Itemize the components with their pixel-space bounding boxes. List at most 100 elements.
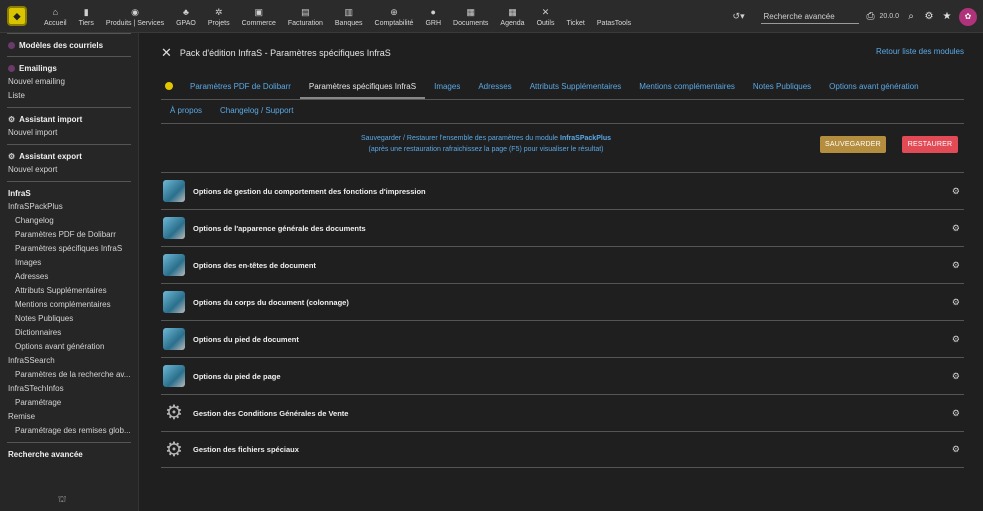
section-settings-gear-icon[interactable]: ⚙ — [952, 223, 960, 234]
sidebar-link[interactable]: Nouvel import — [8, 126, 131, 140]
sidebar-block: ⚙ Assistant export Nouvel export — [7, 144, 131, 181]
menu-item-accueil[interactable]: ⌂ Accueil — [38, 0, 73, 33]
menu-item-facturation[interactable]: ▤ Facturation — [282, 0, 329, 33]
section-settings-gear-icon[interactable]: ⚙ — [952, 408, 960, 419]
sidebar-link[interactable]: InfraSSearch — [8, 354, 131, 368]
gears-icon: ⚙ — [165, 438, 183, 461]
sidebar-link[interactable]: Adresses — [8, 270, 131, 284]
sidebar-block: Emailings Nouvel emailing Liste — [7, 56, 131, 107]
sidebar-link[interactable]: Paramètres spécifiques InfraS — [8, 242, 131, 256]
menu-item-gpao[interactable]: ♣ GPAO — [170, 0, 202, 33]
section-title: Options du corps du document (colonnage) — [193, 297, 349, 307]
section-title: Options des en-têtes de document — [193, 260, 316, 270]
section-settings-gear-icon[interactable]: ⚙ — [952, 444, 960, 455]
bookmark-star-icon[interactable]: ★ — [941, 11, 953, 22]
menu-item-banques[interactable]: ▥ Banques — [329, 0, 369, 33]
section-settings-gear-icon[interactable]: ⚙ — [952, 260, 960, 271]
top-navigation-bar: ◆ ⌂ Accueil ▮ Tiers ◉ Produits | Services ♣ GPA… — [0, 0, 983, 33]
section-settings-gear-icon[interactable]: ⚙ — [952, 371, 960, 382]
menu-item-grh[interactable]: ● GRH — [419, 0, 447, 33]
menu-item-projets[interactable]: ✲ Projets — [202, 0, 236, 33]
sidebar-link[interactable]: Mentions complémentaires — [8, 298, 131, 312]
sidebar-link[interactable]: InfraSPackPlus — [8, 200, 131, 214]
section-settings-gear-icon[interactable]: ⚙ — [952, 186, 960, 197]
restore-button[interactable]: RESTAURER — [902, 136, 958, 153]
menu-item-commerce[interactable]: ▣ Commerce — [236, 0, 282, 33]
sidebar-title[interactable]: InfraS — [8, 186, 131, 200]
options-section-row[interactable]: Options du pied de document ⚙ — [161, 320, 964, 357]
sidebar-link[interactable]: Paramètres de la recherche av... — [8, 368, 131, 382]
sidebar-link[interactable]: Nouvel export — [8, 163, 131, 177]
history-icon[interactable]: ↺▾ — [733, 11, 755, 22]
printer-icon: ⎙ — [866, 11, 875, 22]
menu-item-comptabilit-[interactable]: ⊕ Comptabilité — [369, 0, 420, 33]
menu-item-agenda[interactable]: ▦ Agenda — [494, 0, 530, 33]
sidebar-link[interactable]: Attributs Supplémentaires — [8, 284, 131, 298]
sidebar-link[interactable]: Liste — [8, 89, 131, 103]
menu-item-outils[interactable]: ✕ Outils — [531, 0, 561, 33]
section-settings-gear-icon[interactable]: ⚙ — [952, 334, 960, 345]
sidebar-link[interactable]: Remise — [8, 410, 131, 424]
save-text-line2: (après une restauration rafraichissez la… — [368, 146, 604, 153]
sidebar-title[interactable]: Recherche avancée — [8, 447, 131, 461]
options-section-row[interactable]: Options de l'apparence générale des docu… — [161, 209, 964, 246]
sidebar-link[interactable]: Options avant génération — [8, 340, 131, 354]
sidebar-link[interactable]: Images — [8, 256, 131, 270]
user-avatar[interactable]: ✿ — [959, 7, 977, 26]
sidebar-link[interactable]: Paramétrage — [8, 396, 131, 410]
hr-icon: ● — [430, 6, 436, 17]
menu-item-patastools[interactable]: PatasTools — [591, 0, 637, 33]
back-to-modules-link[interactable]: Retour liste des modules — [876, 47, 964, 56]
save-text-line1: Sauvegarder / Restaurer l'ensemble des p… — [361, 135, 559, 142]
tab[interactable]: Paramètres spécifiques InfraS — [299, 77, 426, 99]
section-settings-gear-icon[interactable]: ⚙ — [952, 297, 960, 308]
sidebar-link[interactable]: InfraSTechInfos — [8, 382, 131, 396]
sidebar-block: Modèles des courriels — [7, 33, 131, 56]
options-section-row[interactable]: Options du corps du document (colonnage)… — [161, 283, 964, 320]
sidebar-title-label: Assistant import — [19, 114, 83, 124]
tabs-row-2: À propos Changelog / Support — [161, 101, 302, 123]
sidebar-link[interactable]: Notes Publiques — [8, 312, 131, 326]
search-input[interactable] — [760, 9, 859, 24]
menu-item-documents[interactable]: ▦ Documents — [447, 0, 494, 33]
tools-icon: ✕ — [161, 45, 172, 60]
module-icon — [165, 82, 173, 90]
search-icon[interactable]: ⌕ — [905, 11, 917, 22]
app-logo[interactable]: ◆ — [7, 6, 27, 26]
sidebar-title[interactable]: ⚙ Assistant import — [8, 112, 131, 126]
menu-item-tiers[interactable]: ▮ Tiers — [73, 0, 100, 33]
menu-item-ticket[interactable]: Ticket — [560, 0, 590, 33]
tabs-row-1: Paramètres PDF de Dolibarr Paramètres spé… — [161, 75, 928, 99]
sidebar-title[interactable]: Emailings — [8, 61, 131, 75]
sidebar-title[interactable]: Modèles des courriels — [8, 38, 131, 52]
tab[interactable]: Images — [425, 77, 469, 99]
sidebar-link[interactable]: Paramétrage des remises glob... — [8, 424, 131, 438]
tab[interactable]: Changelog / Support — [211, 101, 302, 123]
home-icon: ⌂ — [52, 6, 58, 17]
options-section-row[interactable]: ⚙ Gestion des Conditions Générales de Ven… — [161, 394, 964, 431]
options-section-row[interactable]: Options des en-têtes de document ⚙ — [161, 246, 964, 283]
tab[interactable]: À propos — [161, 101, 211, 123]
tab[interactable]: Options avant génération — [820, 77, 927, 99]
menu-item-produits-services[interactable]: ◉ Produits | Services — [100, 0, 170, 33]
tab[interactable]: Paramètres PDF de Dolibarr — [181, 77, 300, 99]
documents-icon: ▦ — [466, 6, 475, 17]
sidebar-title[interactable]: ⚙ Assistant export — [8, 149, 131, 163]
tab[interactable]: Adresses — [469, 77, 520, 99]
sidebar-link[interactable]: Paramètres PDF de Dolibarr — [8, 228, 131, 242]
tools-icon: ✕ — [541, 6, 550, 17]
tab[interactable]: Notes Publiques — [744, 77, 820, 99]
tab[interactable]: Mentions complémentaires — [630, 77, 744, 99]
save-button[interactable]: SAUVEGARDER — [820, 136, 886, 153]
print-version[interactable]: ⎙ 20.0.0 — [865, 11, 899, 22]
settings-icon[interactable]: ⚙ — [923, 11, 935, 22]
sidebar-link[interactable]: Nouvel emailing — [8, 75, 131, 89]
options-section-row[interactable]: Options du pied de page ⚙ — [161, 357, 964, 394]
sidebar-link[interactable]: Changelog — [8, 214, 131, 228]
tab[interactable]: Attributs Supplémentaires — [521, 77, 631, 99]
sidebar-link[interactable]: Dictionnaires — [8, 326, 131, 340]
options-section-row[interactable]: Options de gestion du comportement des f… — [161, 172, 964, 209]
cube-icon — [163, 217, 185, 239]
sidebar-title-label: InfraS — [8, 188, 31, 198]
options-section-row[interactable]: ⚙ Gestion des fichiers spéciaux ⚙ — [161, 431, 964, 468]
